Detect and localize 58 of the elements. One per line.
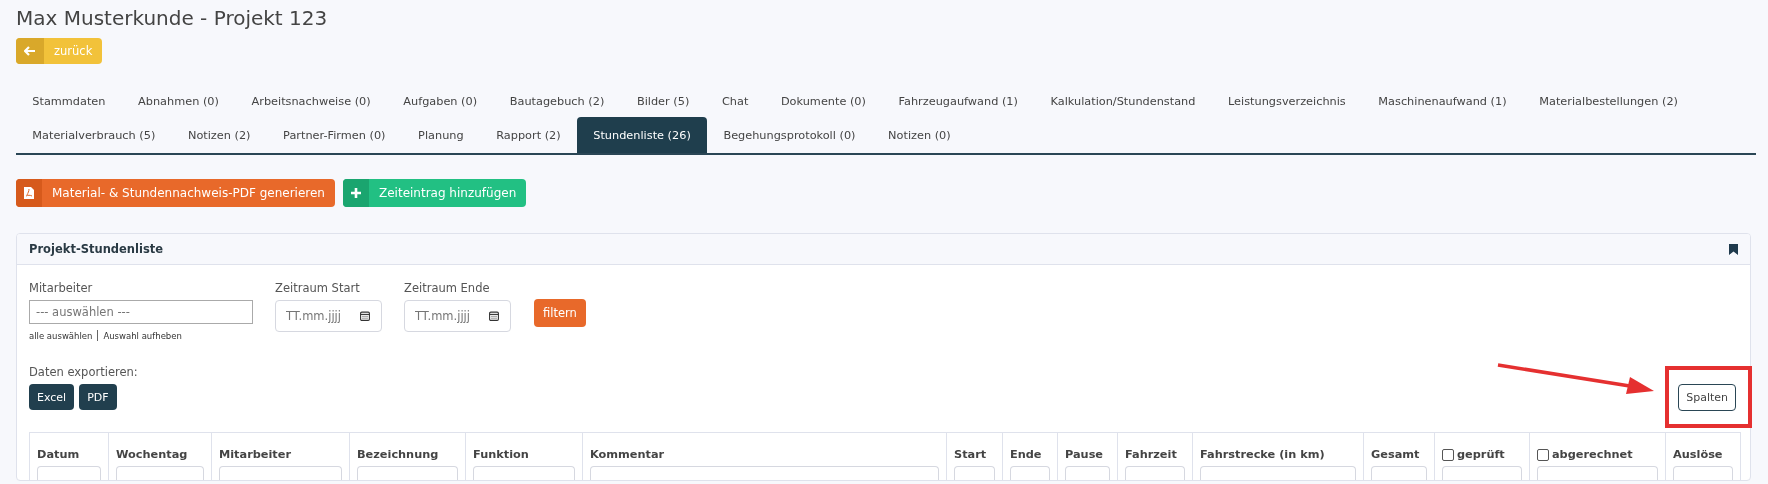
tab[interactable]: Stammdaten (16, 85, 122, 117)
export-label: Daten exportieren: (29, 365, 138, 379)
tab[interactable]: Begehungsprotokoll (0) (707, 117, 872, 153)
column-header: Datum (37, 448, 80, 461)
date-field[interactable]: TT.mm.jjjj (275, 300, 382, 332)
tab[interactable]: Notizen (2) (171, 117, 267, 153)
page-title: Max Musterkunde - Projekt 123 (16, 5, 329, 32)
card-title: Projekt-Stundenliste (29, 242, 164, 256)
tab[interactable]: Materialbestellungen (2) (1522, 85, 1695, 117)
column-header: Wochentag (116, 448, 188, 461)
tab[interactable]: Fahrzeugaufwand (1) (882, 85, 1035, 117)
tab[interactable]: Arbeitsnachweise (0) (235, 85, 387, 117)
column-header: Gesamt (1371, 448, 1420, 461)
tab[interactable]: Notizen (0) (871, 117, 967, 153)
tab[interactable]: Bilder (5) (620, 85, 706, 117)
column-header: Fahrzeit (1125, 448, 1177, 461)
column-header: Pause (1065, 448, 1104, 461)
checkbox[interactable] (1537, 448, 1549, 461)
tab[interactable]: Dokumente (0) (764, 85, 883, 117)
calendar-icon (489, 311, 499, 321)
tab[interactable]: Maschinenaufwand (1) (1362, 85, 1523, 117)
link[interactable]: Auswahl aufheben (103, 330, 182, 341)
tab[interactable]: Rapport (2) (479, 117, 577, 153)
column-header: Mitarbeiter (219, 448, 291, 461)
tab[interactable]: Planung (401, 117, 480, 153)
date-field[interactable]: TT.mm.jjjj (404, 300, 511, 332)
column-header: Funktion (473, 448, 529, 461)
tab[interactable]: Abnahmen (0) (121, 85, 236, 117)
arrow-left-icon (24, 46, 36, 56)
export-button[interactable]: PDF (79, 384, 117, 410)
column-header: abgerechnet (1552, 448, 1633, 461)
column-header: Fahrstrecke (in km) (1200, 448, 1325, 461)
tab[interactable]: Aufgaben (0) (387, 85, 494, 117)
plus-icon (350, 187, 362, 199)
bookmark-icon (1729, 243, 1738, 255)
tab[interactable]: Materialverbrauch (5) (16, 117, 172, 153)
file-pdf-icon (24, 187, 34, 199)
column-header: Kommentar (590, 448, 665, 461)
field-label: Zeitraum Start (275, 281, 361, 295)
tab[interactable]: Bautagebuch (2) (493, 85, 621, 117)
tab[interactable]: Chat (705, 85, 765, 117)
column-header: geprüft (1457, 448, 1505, 461)
checkbox[interactable] (1442, 448, 1454, 461)
calendar-icon (360, 311, 370, 321)
export-button[interactable]: Excel (29, 384, 75, 410)
tab[interactable]: Leistungsverzeichnis (1211, 85, 1363, 117)
column-header: Start (954, 448, 987, 461)
employee-select-field[interactable]: --- auswählen --- (29, 300, 253, 324)
column-header: Bezeichnung (357, 448, 439, 461)
tab[interactable]: Stundenliste (26) (576, 117, 708, 153)
column-header: Auslöse (1673, 448, 1723, 461)
tab[interactable]: Kalkulation/Stundenstand (1034, 85, 1212, 117)
tab[interactable]: Partner-Firmen (0) (266, 117, 402, 153)
field-label: Zeitraum Ende (404, 281, 491, 295)
columns-button[interactable]: Spalten (1678, 384, 1736, 411)
link[interactable]: alle auswählen (29, 330, 93, 341)
field-label: Mitarbeiter (29, 281, 94, 295)
column-header: Ende (1010, 448, 1042, 461)
